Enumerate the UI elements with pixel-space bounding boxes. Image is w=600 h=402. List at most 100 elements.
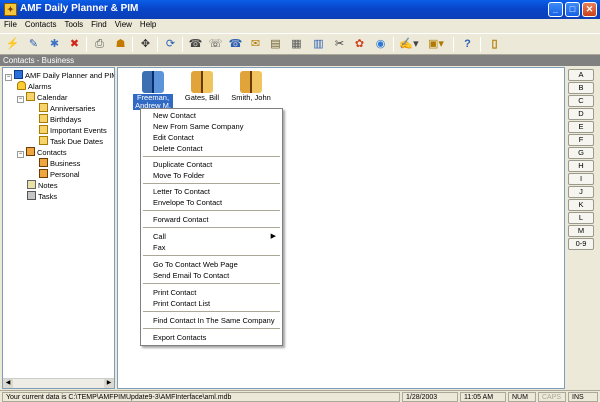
tree-item-alarms[interactable]: Alarms bbox=[17, 81, 51, 92]
planner-icon bbox=[14, 70, 23, 79]
contact-card[interactable]: Gates, Bill bbox=[182, 71, 222, 102]
alpha-key-c[interactable]: C bbox=[568, 95, 594, 107]
tree-item-anniversaries[interactable]: Anniversaries bbox=[39, 103, 95, 114]
notebook-icon[interactable]: ▦ bbox=[288, 36, 305, 53]
contact-card[interactable]: Freeman, Andrew M. bbox=[133, 71, 173, 110]
menu-item-send-email[interactable]: Send Email To Contact bbox=[153, 271, 229, 281]
tree-item-root[interactable]: − AMF Daily Planner and PIM bbox=[5, 70, 114, 81]
menu-separator bbox=[143, 183, 280, 184]
menu-find[interactable]: Find bbox=[87, 19, 111, 30]
collapse-icon[interactable]: − bbox=[17, 96, 24, 103]
alpha-key-a[interactable]: A bbox=[568, 69, 594, 81]
contacts-icon[interactable]: ☗ bbox=[112, 36, 129, 53]
tree-item-important-events[interactable]: Important Events bbox=[39, 125, 107, 136]
tree-item-calendar[interactable]: − Calendar bbox=[17, 92, 67, 103]
minimize-button[interactable]: _ bbox=[548, 2, 563, 17]
tree-item-personal[interactable]: Personal bbox=[39, 169, 80, 180]
menu-item-forward-contact[interactable]: Forward Contact bbox=[153, 215, 208, 225]
menu-tools[interactable]: Tools bbox=[60, 19, 87, 30]
menu-contacts[interactable]: Contacts bbox=[21, 19, 61, 30]
calculator-icon[interactable]: ▥ bbox=[310, 36, 327, 53]
pencil-icon[interactable]: ✎ bbox=[25, 36, 42, 53]
envelope-icon[interactable]: ✉ bbox=[247, 36, 264, 53]
menu-item-new-contact[interactable]: New Contact bbox=[153, 111, 196, 121]
print-icon[interactable]: ⎙ bbox=[91, 36, 108, 53]
refresh-icon[interactable]: ⟳ bbox=[162, 36, 179, 53]
tools-icon[interactable]: ✂ bbox=[331, 36, 348, 53]
alpha-key-b[interactable]: B bbox=[568, 82, 594, 94]
menu-item-export-contacts[interactable]: Export Contacts bbox=[153, 333, 206, 343]
alpha-key-l[interactable]: L bbox=[568, 212, 594, 224]
clipboard-dropdown-icon[interactable]: ▣▾ bbox=[425, 36, 447, 53]
toolbar-separator bbox=[157, 37, 158, 52]
alpha-key-e[interactable]: E bbox=[568, 121, 594, 133]
alpha-key-g[interactable]: G bbox=[568, 147, 594, 159]
menu-item-fax[interactable]: Fax bbox=[153, 243, 166, 253]
scroll-right-icon[interactable]: ▶ bbox=[104, 379, 114, 388]
scroll-left-icon[interactable]: ◀ bbox=[3, 379, 13, 388]
menu-help[interactable]: Help bbox=[136, 19, 160, 30]
globe-icon[interactable]: ◉ bbox=[372, 36, 389, 53]
exit-door-icon[interactable]: ▯ bbox=[486, 36, 503, 53]
menu-item-print-contact[interactable]: Print Contact bbox=[153, 288, 196, 298]
menu-item-call[interactable]: Call bbox=[153, 232, 166, 242]
star-icon[interactable]: ✱ bbox=[46, 36, 63, 53]
address-book-icon[interactable]: ▤ bbox=[267, 36, 284, 53]
alpha-key-d[interactable]: D bbox=[568, 108, 594, 120]
help-icon[interactable]: ? bbox=[459, 36, 476, 53]
context-menu: New Contact New From Same Company Edit C… bbox=[140, 108, 283, 346]
calendar-icon bbox=[26, 92, 35, 101]
collapse-icon[interactable]: − bbox=[17, 151, 24, 158]
menu-item-delete-contact[interactable]: Delete Contact bbox=[153, 144, 203, 154]
menu-item-move-to-folder[interactable]: Move To Folder bbox=[153, 171, 205, 181]
tree-item-birthdays[interactable]: Birthdays bbox=[39, 114, 81, 125]
maximize-button[interactable]: □ bbox=[565, 2, 580, 17]
alpha-key-0-9[interactable]: 0-9 bbox=[568, 238, 594, 250]
alpha-key-label: L bbox=[578, 213, 584, 222]
app-icon[interactable]: ✦ bbox=[4, 3, 17, 16]
menu-item-go-to-web-page[interactable]: Go To Contact Web Page bbox=[153, 260, 238, 270]
palette-icon[interactable]: ✿ bbox=[351, 36, 368, 53]
menu-item-find-same-company[interactable]: Find Contact In The Same Company bbox=[153, 316, 275, 326]
delete-icon[interactable]: ✖ bbox=[66, 36, 83, 53]
menu-separator bbox=[143, 311, 280, 312]
menu-item-letter-to-contact[interactable]: Letter To Contact bbox=[153, 187, 210, 197]
tree-item-business[interactable]: Business bbox=[39, 158, 80, 169]
tree-item-task-due-dates[interactable]: Task Due Dates bbox=[39, 136, 103, 147]
alpha-key-i[interactable]: I bbox=[568, 173, 594, 185]
toolbar-separator bbox=[393, 37, 394, 52]
menu-item-edit-contact[interactable]: Edit Contact bbox=[153, 133, 194, 143]
contact-card[interactable]: Smith, John bbox=[231, 71, 271, 102]
phone-icon[interactable]: ☎ bbox=[227, 36, 244, 53]
menu-file[interactable]: File bbox=[0, 19, 21, 30]
menu-item-envelope-to-contact[interactable]: Envelope To Contact bbox=[153, 198, 222, 208]
calendar-icon bbox=[39, 103, 48, 112]
toolbar-separator bbox=[453, 37, 454, 52]
horizontal-scrollbar[interactable]: ◀ ▶ bbox=[3, 378, 114, 388]
alpha-key-k[interactable]: K bbox=[568, 199, 594, 211]
lightning-icon[interactable]: ⚡ bbox=[4, 36, 21, 53]
collapse-icon[interactable]: − bbox=[5, 74, 12, 81]
menu-view[interactable]: View bbox=[111, 19, 136, 30]
phone-icon[interactable]: ☎ bbox=[187, 36, 204, 53]
close-button[interactable]: ✕ bbox=[582, 2, 597, 17]
tree-item-contacts[interactable]: − Contacts bbox=[17, 147, 67, 158]
alpha-key-label: M bbox=[577, 226, 585, 235]
menu-item-duplicate-contact[interactable]: Duplicate Contact bbox=[153, 160, 212, 170]
status-date: 1/28/2003 bbox=[402, 392, 458, 402]
move-icon[interactable]: ✥ bbox=[137, 36, 154, 53]
contacts-icon bbox=[39, 158, 48, 167]
alpha-key-j[interactable]: J bbox=[568, 186, 594, 198]
menu-item-print-contact-list[interactable]: Print Contact List bbox=[153, 299, 210, 309]
phone-icon[interactable]: ☏ bbox=[207, 36, 224, 53]
alpha-key-label: F bbox=[578, 135, 584, 144]
alpha-key-m[interactable]: M bbox=[568, 225, 594, 237]
alpha-key-f[interactable]: F bbox=[568, 134, 594, 146]
edit-dropdown-icon[interactable]: ✍▾ bbox=[398, 36, 420, 53]
contacts-icon bbox=[39, 169, 48, 178]
tree-item-notes[interactable]: Notes bbox=[27, 180, 58, 191]
menu-item-new-from-same-company[interactable]: New From Same Company bbox=[153, 122, 243, 132]
tree-item-tasks[interactable]: Tasks bbox=[27, 191, 57, 202]
toolbar-separator bbox=[86, 37, 87, 52]
alpha-key-h[interactable]: H bbox=[568, 160, 594, 172]
